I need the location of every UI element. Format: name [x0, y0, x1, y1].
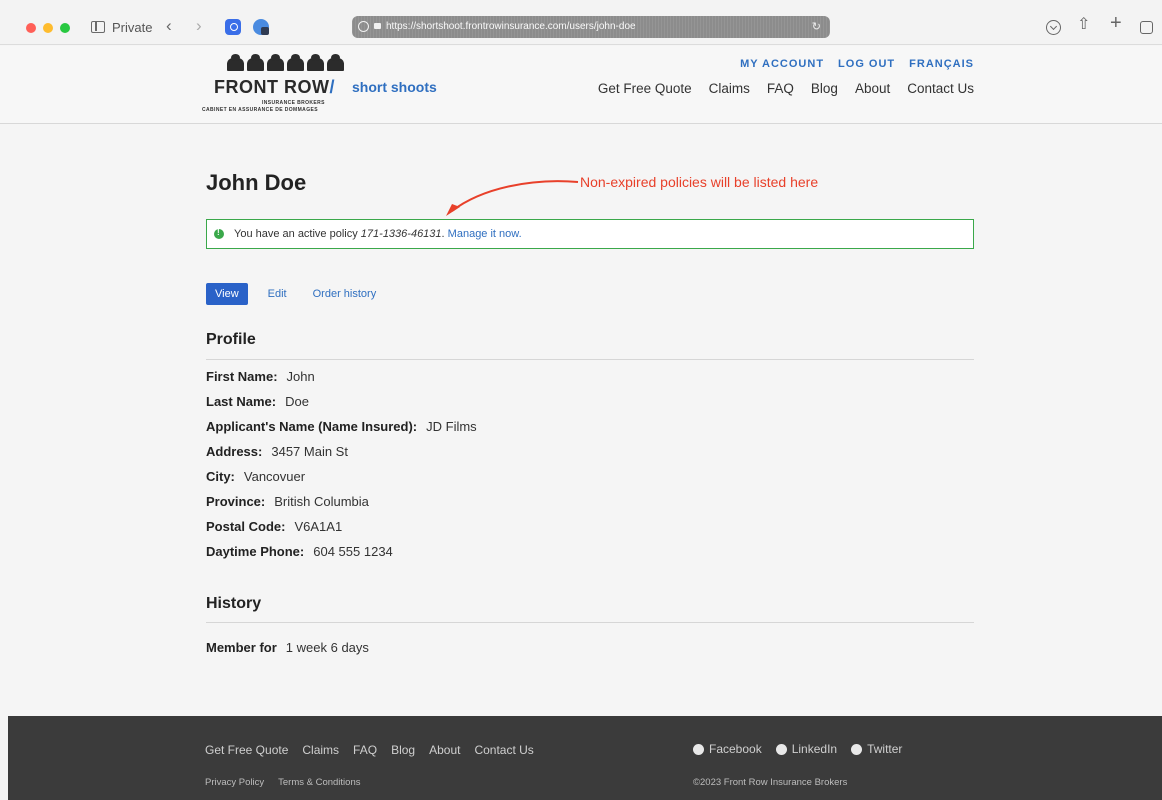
logo-tagline-fr: CABINET EN ASSURANCE DE DOMMAGES [202, 107, 318, 113]
logo-tagline: INSURANCE BROKERS [262, 100, 325, 106]
log-out-link[interactable]: LOG OUT [838, 58, 895, 70]
tab-edit[interactable]: Edit [268, 288, 287, 300]
tab-order-history[interactable]: Order history [313, 288, 377, 300]
postal-code-row: Postal Code: V6A1A1 [206, 519, 343, 534]
nav-get-free-quote[interactable]: Get Free Quote [598, 81, 692, 96]
first-name-row: First Name: John [206, 369, 315, 384]
alert-message: You have an active policy 171-1336-46131… [234, 228, 522, 240]
copyright-text: ©2023 Front Row Insurance Brokers [693, 777, 848, 788]
twitter-link[interactable]: Twitter [851, 742, 902, 756]
private-mode-label: Private [112, 20, 153, 35]
extension-icon[interactable] [253, 19, 269, 35]
back-arrow-icon[interactable]: ‹ [166, 17, 172, 35]
address-row: Address: 3457 Main St [206, 444, 348, 459]
active-policy-alert: You have an active policy 171-1336-46131… [206, 219, 974, 249]
info-icon [214, 228, 224, 239]
minimize-window-button[interactable] [43, 23, 53, 33]
linkedin-link[interactable]: LinkedIn [775, 742, 837, 756]
page-title: John Doe [206, 170, 307, 195]
nav-contact-us[interactable]: Contact Us [907, 81, 974, 96]
nav-faq[interactable]: FAQ [767, 81, 794, 96]
privacy-policy-link[interactable]: Privacy Policy [205, 777, 264, 788]
reload-icon[interactable]: ↻ [812, 20, 821, 33]
province-row: Province: British Columbia [206, 494, 369, 509]
history-heading: History [206, 595, 262, 612]
site-footer: Get Free Quote Claims FAQ Blog About Con… [8, 716, 1162, 800]
nav-claims[interactable]: Claims [709, 81, 750, 96]
account-links: MY ACCOUNT LOG OUT FRANÇAIS [740, 58, 974, 70]
footer-nav-contact-us[interactable]: Contact Us [474, 743, 533, 757]
footer-nav: Get Free Quote Claims FAQ Blog About Con… [205, 743, 534, 757]
privacy-shield-icon[interactable] [225, 19, 241, 35]
footer-nav-claims[interactable]: Claims [302, 743, 339, 757]
logo-product-name: short shoots [352, 79, 437, 95]
my-account-link[interactable]: MY ACCOUNT [740, 58, 824, 70]
manage-policy-link[interactable]: Manage it now. [448, 228, 522, 240]
profile-tabs: View Edit Order history [206, 283, 402, 305]
footer-nav-blog[interactable]: Blog [391, 743, 415, 757]
tab-overview-icon[interactable] [1140, 21, 1153, 34]
footer-legal-links: Privacy Policy Terms & Conditions [205, 777, 361, 788]
browser-toolbar: Private ‹ › https://shortshoot.frontrowi… [0, 0, 1162, 45]
share-icon[interactable]: ⇧ [1077, 16, 1090, 34]
sidebar-toggle-icon[interactable] [91, 21, 105, 33]
tab-view[interactable]: View [206, 283, 248, 305]
download-icon[interactable] [1046, 20, 1061, 35]
linkedin-icon [775, 743, 787, 755]
policy-number: 171-1336-46131 [360, 228, 442, 240]
footer-nav-about[interactable]: About [429, 743, 460, 757]
nav-blog[interactable]: Blog [811, 81, 838, 96]
applicant-name-row: Applicant's Name (Name Insured): JD Films [206, 419, 477, 434]
seats-icon [227, 54, 344, 71]
front-row-logo[interactable]: FRONT ROW/ short shoots INSURANCE BROKER… [202, 54, 462, 117]
footer-nav-faq[interactable]: FAQ [353, 743, 377, 757]
zoom-window-button[interactable] [60, 23, 70, 33]
main-nav: Get Free Quote Claims FAQ Blog About Con… [598, 81, 974, 96]
last-name-row: Last Name: Doe [206, 394, 309, 409]
social-links: Facebook LinkedIn Twitter [693, 742, 902, 756]
annotation-arrow-icon [446, 180, 579, 216]
profile-heading: Profile [206, 331, 256, 348]
daytime-phone-row: Daytime Phone: 604 555 1234 [206, 544, 393, 559]
member-for-row: Member for 1 week 6 days [206, 640, 369, 655]
forward-arrow-icon[interactable]: › [196, 17, 202, 35]
annotation-text: Non-expired policies will be listed here [580, 174, 819, 190]
new-tab-icon[interactable]: + [1110, 13, 1122, 33]
terms-link[interactable]: Terms & Conditions [278, 777, 360, 788]
nav-about[interactable]: About [855, 81, 890, 96]
city-row: City: Vancovuer [206, 469, 306, 484]
history-divider [206, 622, 974, 623]
footer-nav-get-free-quote[interactable]: Get Free Quote [205, 743, 288, 757]
globe-icon [358, 21, 369, 32]
language-link[interactable]: FRANÇAIS [909, 58, 974, 70]
profile-divider [206, 359, 974, 360]
logo-wordmark: FRONT ROW/ [214, 77, 335, 97]
facebook-icon [693, 743, 704, 755]
twitter-icon [851, 743, 863, 755]
close-window-button[interactable] [26, 23, 36, 33]
site-header: FRONT ROW/ short shoots INSURANCE BROKER… [0, 46, 1162, 124]
address-bar[interactable]: https://shortshoot.frontrowinsurance.com… [352, 16, 830, 38]
url-text: https://shortshoot.frontrowinsurance.com… [386, 21, 636, 32]
facebook-link[interactable]: Facebook [693, 742, 762, 756]
lock-icon [374, 23, 381, 29]
